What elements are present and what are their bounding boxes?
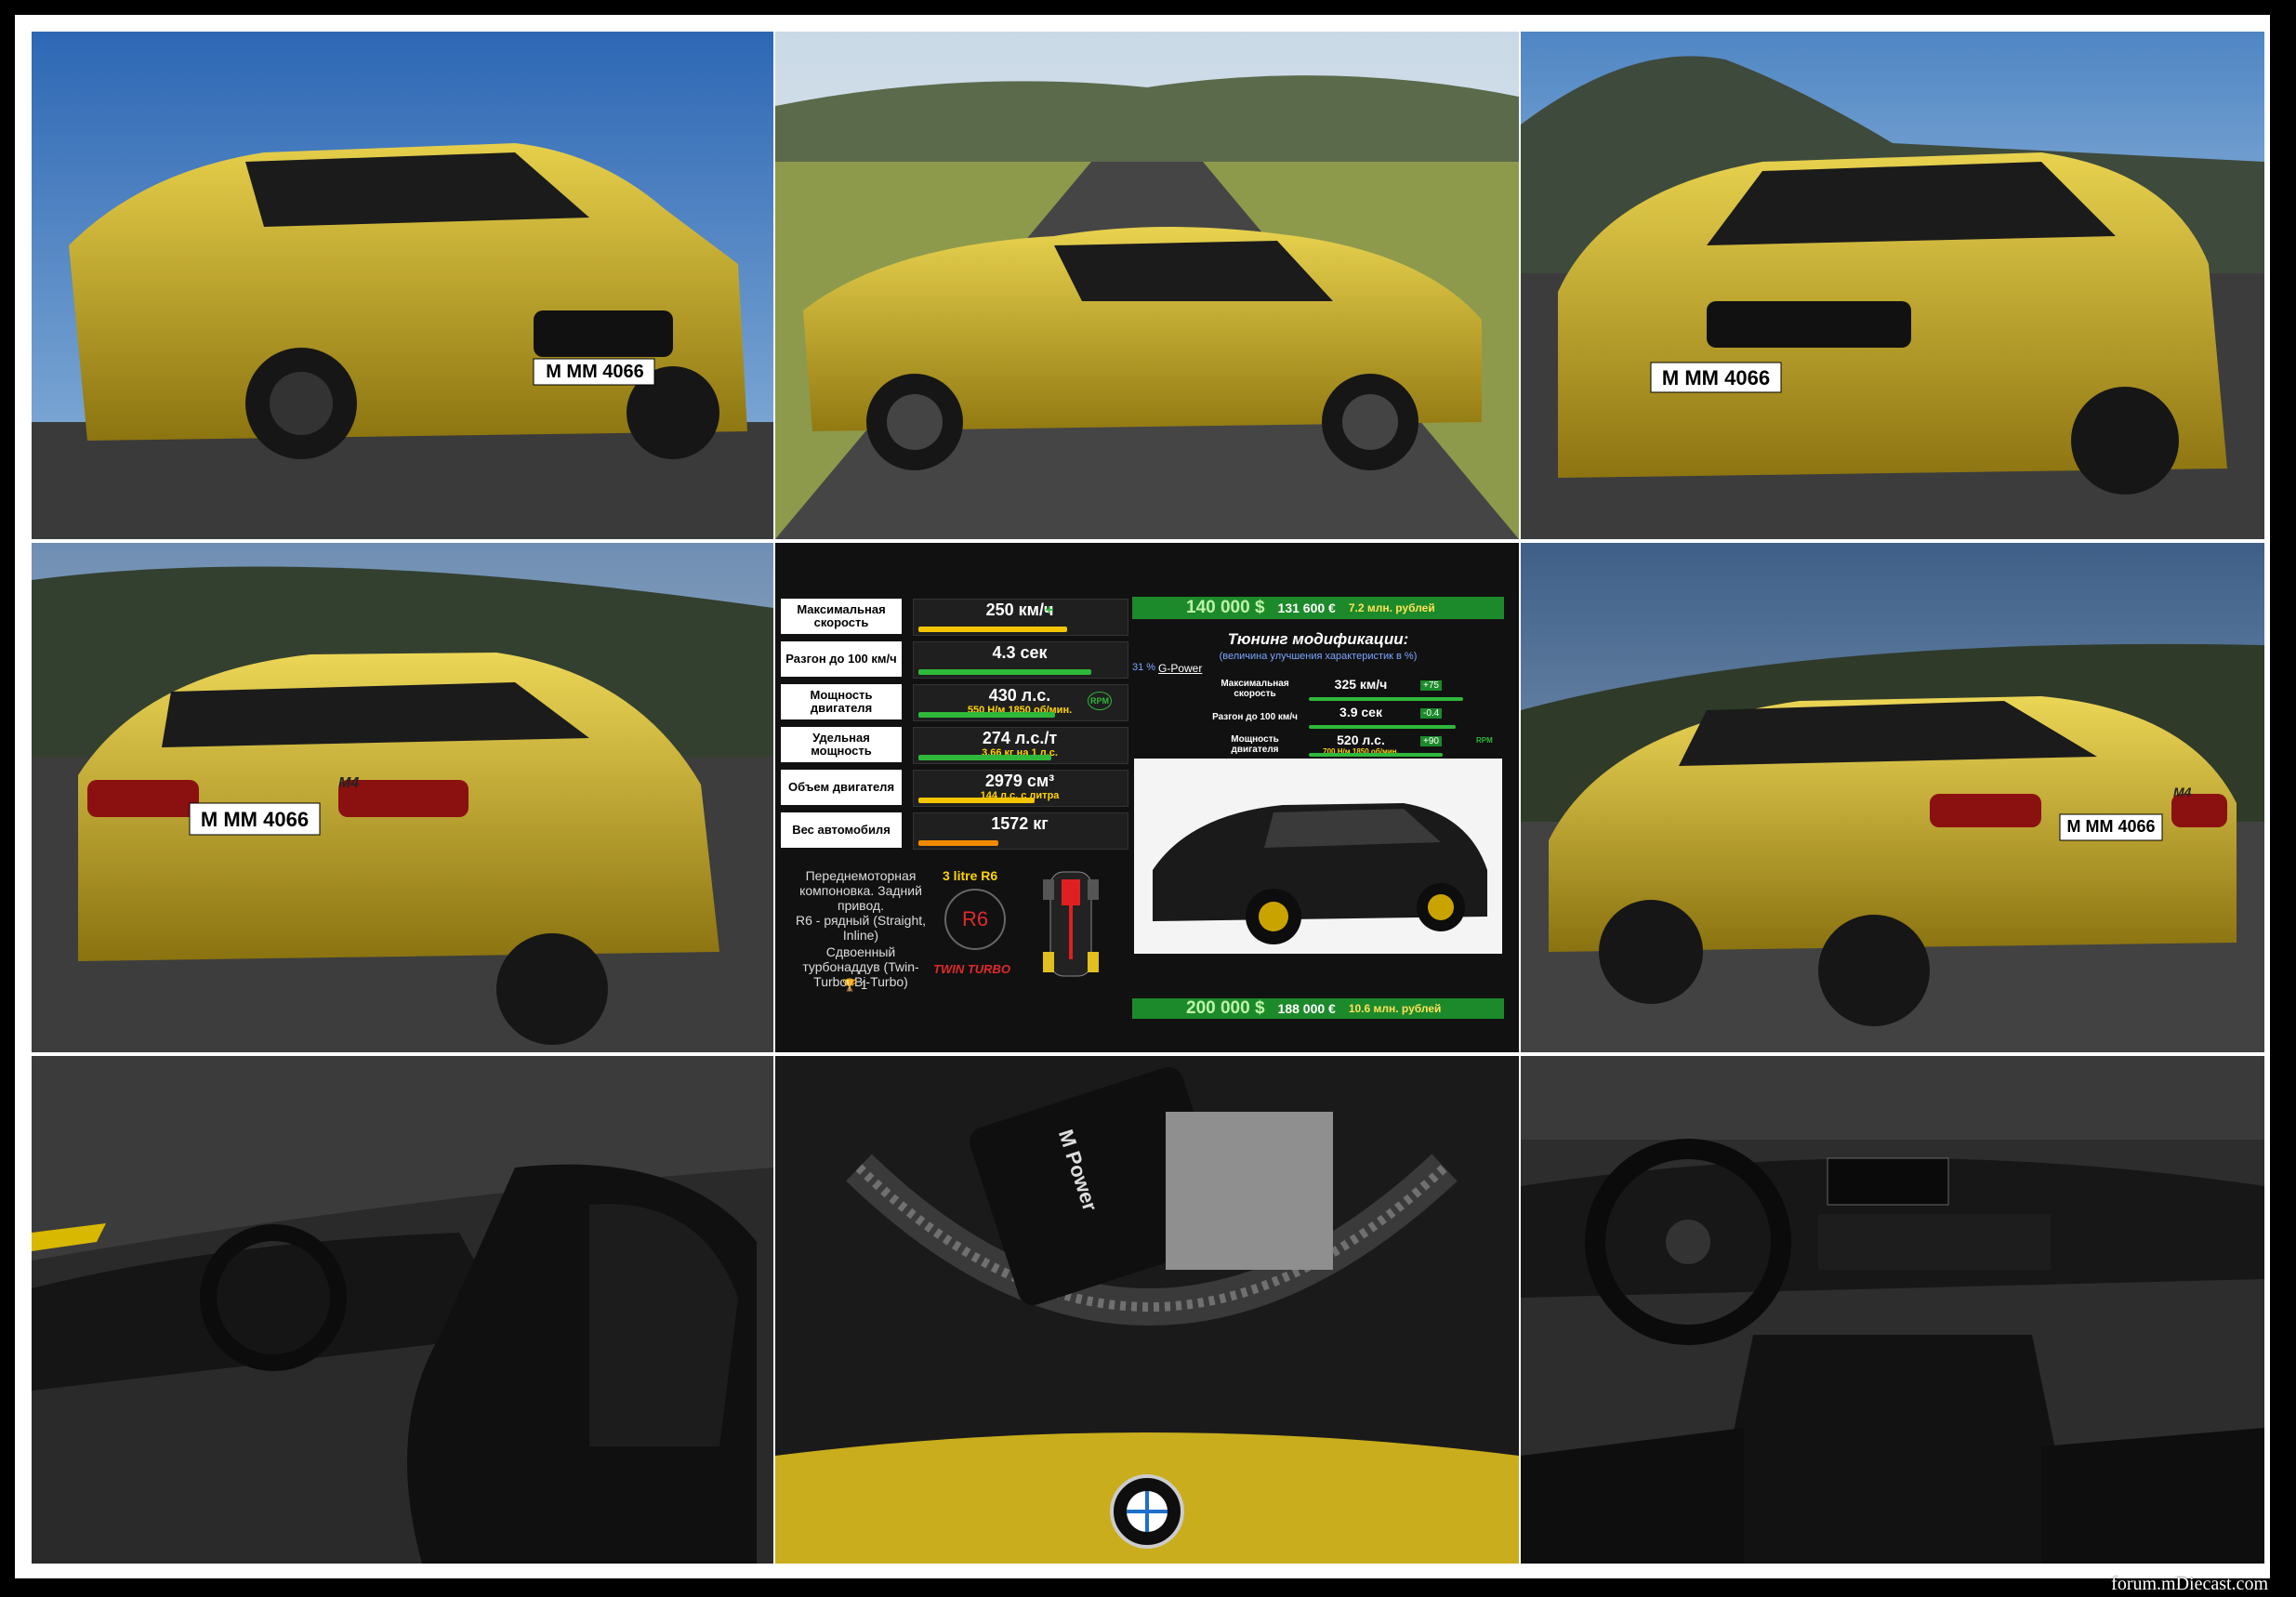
spec-panel: Максимальная скорость 250 км/ч + Разгон до …	[775, 543, 1519, 1052]
model-badge: M4	[338, 775, 360, 791]
tuning-label: Разгон до 100 км/ч	[1212, 705, 1298, 729]
spec-bar	[918, 840, 998, 846]
tuning-value: 520 л.с.	[1337, 733, 1385, 747]
twin-turbo-icon: TWIN TURBO	[933, 962, 1011, 976]
license-plate: M MM 4066	[546, 362, 644, 382]
tuning-label: Максимальная скорость	[1212, 677, 1298, 701]
price-rub: 10.6 млн. рублей	[1348, 1002, 1442, 1015]
engine-description: R6 - рядный (Straight, Inline)	[795, 913, 927, 944]
spec-plus-icon: +	[1045, 602, 1054, 618]
price-bar-tuned: 200 000 $ 188 000 € 10.6 млн. рублей	[1132, 998, 1504, 1019]
trophy-icon: 🏆 1	[842, 978, 868, 992]
photo-interior-dash[interactable]	[1521, 1056, 2264, 1564]
license-plate: M MM 4066	[2066, 817, 2156, 836]
spec-value: 4.3 сек	[992, 643, 1048, 662]
tuning-delta: +75	[1420, 680, 1442, 691]
engine-summary: 3 litre R6	[943, 868, 998, 883]
tuning-value: 3.9 сек	[1339, 705, 1382, 719]
tuner-name[interactable]: G-Power	[1158, 662, 1202, 675]
trophy-count: 1	[860, 978, 868, 992]
tuning-delta: -0.4	[1420, 708, 1443, 719]
photo-interior-side[interactable]	[32, 1056, 773, 1564]
photo-rear-left[interactable]: M MM 4066 M4	[32, 543, 773, 1052]
price-eur: 188 000 €	[1277, 1001, 1336, 1016]
rpm-icon: RPM	[1476, 736, 1493, 745]
tuning-percent: 31 %	[1132, 662, 1156, 673]
license-plate: M MM 4066	[1661, 366, 1771, 389]
spec-value: 250 км/ч	[985, 601, 1054, 619]
tuning-bar	[1309, 697, 1463, 701]
tuning-bar	[1309, 725, 1456, 729]
spec-label: Максимальная скорость	[781, 599, 902, 634]
spec-bar	[918, 712, 1055, 718]
photo-engine-bay[interactable]: M Power	[775, 1056, 1519, 1564]
price-rub: 7.2 млн. рублей	[1348, 601, 1435, 614]
photo-front-left[interactable]: M MM 4066	[32, 32, 773, 539]
model-badge: M4	[2173, 785, 2192, 799]
price-eur: 131 600 €	[1277, 601, 1336, 615]
spec-bar	[918, 669, 1091, 675]
rpm-icon: RPM	[1088, 692, 1112, 710]
price-bar-stock: 140 000 $ 131 600 € 7.2 млн. рублей	[1132, 597, 1504, 619]
tuning-bar	[1309, 753, 1443, 757]
spec-label: Объем двигателя	[781, 770, 902, 805]
spec-value: 274 л.с./т	[982, 729, 1058, 747]
spec-label: Вес автомобиля	[781, 812, 902, 848]
spec-bar	[918, 755, 1051, 760]
spec-bar	[918, 798, 1035, 803]
photo-front-right[interactable]: M MM 4066	[1521, 32, 2264, 539]
tuning-delta: +90	[1420, 736, 1442, 746]
photo-rear-right[interactable]: M MM 4066 M4	[1521, 543, 2264, 1052]
price-usd: 140 000 $	[1186, 598, 1265, 617]
drivetrain-diagram-icon	[1043, 871, 1099, 977]
photo-side-track[interactable]	[775, 32, 1519, 539]
spec-label: Разгон до 100 км/ч	[781, 641, 902, 677]
price-usd: 200 000 $	[1186, 998, 1265, 1018]
spec-label: Удельная мощность	[781, 727, 902, 762]
watermark: forum.mDiecast.com	[2111, 1574, 2268, 1594]
spec-value: 2979 см³	[984, 772, 1055, 790]
tuned-car-photo[interactable]	[1134, 759, 1502, 954]
tuning-value: 325 км/ч	[1334, 677, 1388, 692]
tuning-subtitle: (величина улучшения характеристик в %)	[1219, 651, 1418, 662]
layout-description: Переднемоторная компоновка. Задний приво…	[799, 868, 922, 914]
spec-bar	[918, 627, 1067, 632]
tuning-title: Тюнинг модификации:	[1227, 630, 1409, 648]
license-plate: M MM 4066	[200, 808, 310, 831]
r6-badge-icon: R6	[944, 889, 1006, 950]
spec-value: 1572 кг	[991, 814, 1049, 833]
tuning-label: Мощность двигателя	[1212, 733, 1298, 757]
spec-label: Мощность двигателя	[781, 684, 902, 719]
